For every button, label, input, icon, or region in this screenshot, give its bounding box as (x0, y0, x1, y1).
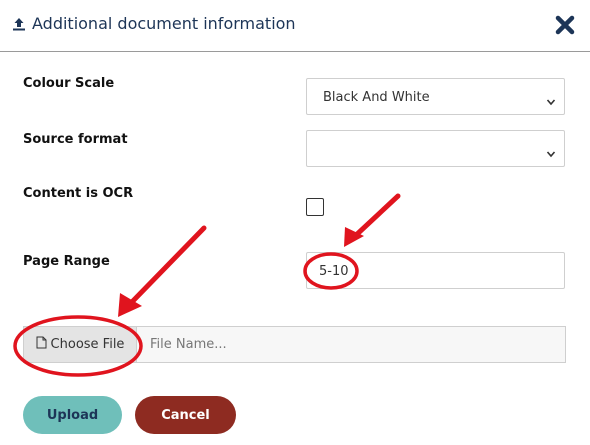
cancel-button[interactable]: Cancel (135, 396, 236, 434)
colour-scale-value: Black And White (323, 90, 430, 105)
annotation-arrow-page-range (344, 193, 401, 247)
chevron-down-icon (546, 92, 556, 111)
dialog-title: Additional document information (12, 14, 296, 33)
content-ocr-checkbox[interactable] (306, 198, 324, 216)
content-ocr-label: Content is OCR (23, 186, 134, 201)
file-upload-field: Choose File File Name... (23, 326, 566, 363)
file-icon (36, 336, 47, 353)
source-format-label: Source format (23, 132, 128, 147)
close-icon[interactable] (554, 14, 576, 36)
choose-file-label: Choose File (50, 337, 125, 352)
page-range-label: Page Range (23, 254, 110, 269)
page-range-input[interactable]: 5-10 (306, 252, 565, 289)
chevron-down-icon (546, 144, 556, 163)
colour-scale-label: Colour Scale (23, 76, 115, 91)
annotation-overlay (13, 193, 401, 377)
dialog-title-text: Additional document information (32, 14, 296, 33)
dialog-header: Additional document information (0, 0, 590, 52)
colour-scale-select[interactable]: Black And White (306, 78, 565, 115)
choose-file-button[interactable]: Choose File (24, 327, 137, 362)
page-range-value: 5-10 (319, 264, 349, 279)
annotation-arrow-choose-file (118, 225, 207, 317)
file-name-placeholder[interactable]: File Name... (150, 337, 227, 352)
source-format-select[interactable] (306, 130, 565, 167)
upload-icon (12, 17, 26, 31)
upload-button[interactable]: Upload (23, 396, 122, 434)
